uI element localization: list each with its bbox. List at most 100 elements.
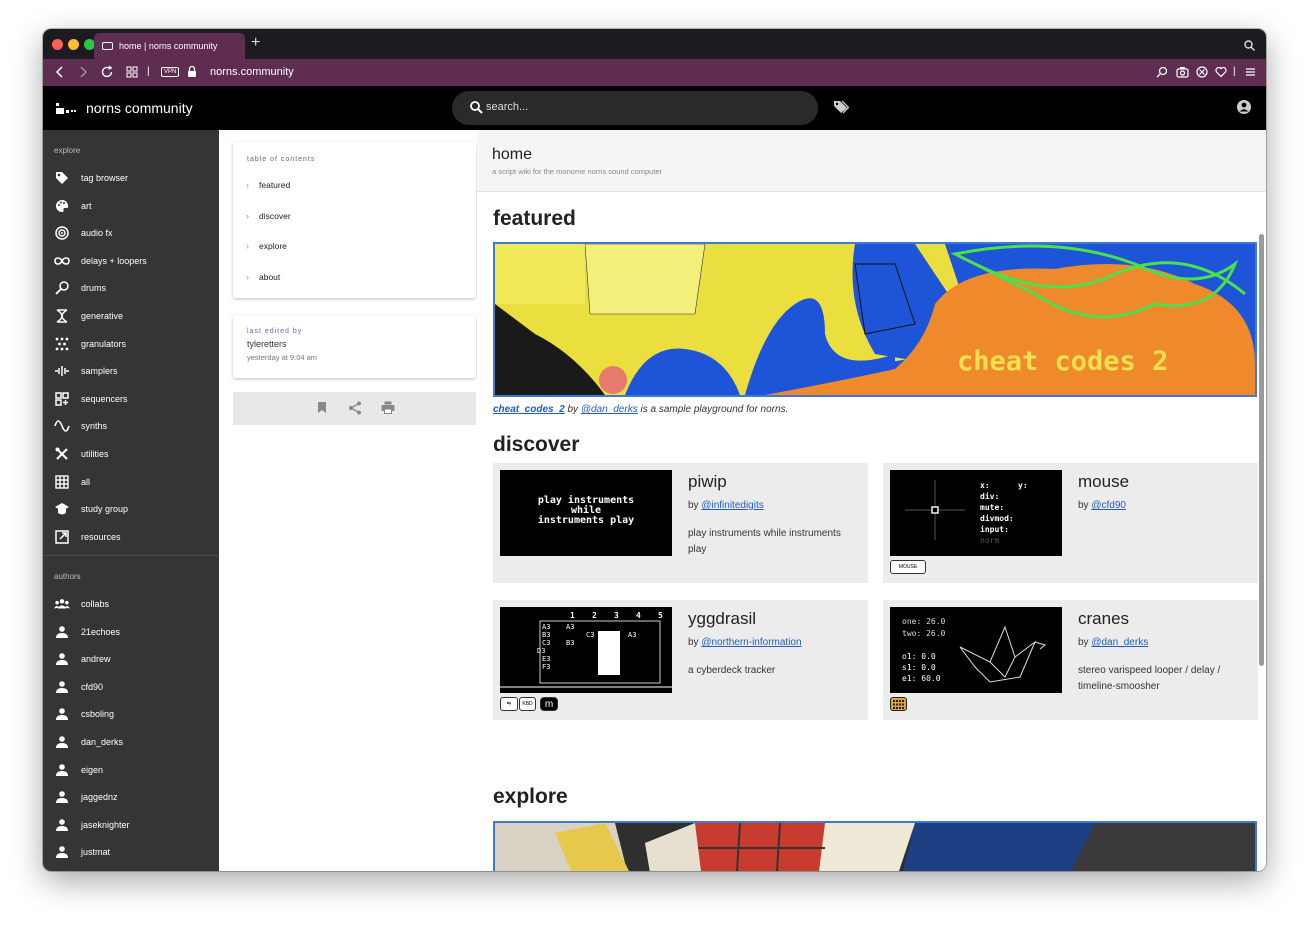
sidebar-item-label: all [81,476,91,487]
sidebar-item-label: sequencers [81,393,128,404]
script-thumbnail[interactable]: x: y: div: mute: divmod: input: norm [890,470,1062,556]
browser-tab[interactable]: home | norns community [94,33,245,59]
sidebar-author-justmat[interactable]: justmat [54,842,110,862]
card-title[interactable]: piwip [688,472,727,492]
card-title[interactable]: cranes [1078,609,1129,629]
norns-logo-icon[interactable] [56,102,76,120]
site-title[interactable]: norns community [86,100,193,116]
sidebar-author-eigen[interactable]: eigen [54,760,103,780]
toc-item-featured[interactable]: › featured [246,180,290,190]
sequencer-icon [54,391,70,407]
svg-text:C3: C3 [586,631,594,639]
tags-icon[interactable] [833,100,850,119]
script-card-yggdrasil[interactable]: 1 2 3 4 5 A3 A3 B3 C3 A3 C3 B3 D3 E3 F3 … [493,600,868,720]
usb-icon: ⇆ [500,697,518,711]
sidebar-item-synths[interactable]: synths [54,416,107,436]
page-scrollbar[interactable] [1259,234,1264,666]
sidebar-item-generative[interactable]: generative [54,306,123,326]
sidebar-item-resources[interactable]: resources [54,527,121,547]
last-edited-user[interactable]: tyleretters [247,339,287,349]
address-bar: | VPN norns.community | [43,59,1266,86]
explore-banner-image[interactable] [493,821,1257,871]
sidebar-item-samplers[interactable]: samplers [54,361,118,381]
print-icon[interactable] [381,401,395,419]
url-text[interactable]: norns.community [210,66,294,78]
person-icon [54,624,70,640]
sidebar-author-andrew[interactable]: andrew [54,649,111,669]
bookmark-icon[interactable] [317,401,327,419]
svg-text:one: 26.0: one: 26.0 [902,617,946,626]
heart-icon[interactable] [1215,65,1227,83]
close-window-button[interactable] [52,39,63,50]
script-card-mouse[interactable]: x: y: div: mute: divmod: input: norm MOU… [883,463,1258,583]
account-icon[interactable] [1237,100,1251,119]
card-byline: by @dan_derks [1078,637,1149,648]
adblock-icon[interactable] [1196,65,1208,83]
svg-text:x:: x: [980,481,990,490]
sidebar-author-jaseknighter[interactable]: jaseknighter [54,815,130,835]
script-thumbnail[interactable]: play instruments while instruments play [500,470,672,556]
sidebar-item-tag-browser[interactable]: tag browser [54,168,128,188]
svg-text:2: 2 [592,611,597,620]
toc-item-discover[interactable]: › discover [246,211,291,221]
tab-search-icon[interactable] [1244,38,1255,56]
share-icon[interactable] [348,401,362,420]
snapshot-icon[interactable] [1176,65,1189,83]
card-byline: by @infinitedigits [688,500,764,511]
sine-wave-icon [54,418,70,434]
script-card-cranes[interactable]: one: 26.0 two: 26.0 o1: 0.0 s1: 0.0 e1: … [883,600,1258,720]
sidebar-item-sequencers[interactable]: sequencers [54,389,128,409]
new-tab-button[interactable]: + [251,35,260,51]
reload-icon[interactable] [101,65,114,84]
section-heading-explore: explore [493,785,568,808]
sidebar-item-art[interactable]: art [54,196,92,216]
card-author-link[interactable]: @dan_derks [1091,637,1148,648]
sidebar-author-dan-derks[interactable]: dan_derks [54,732,123,752]
sidebar-item-granulators[interactable]: granulators [54,334,126,354]
speed-dial-icon[interactable] [126,65,138,83]
sidebar-author-jaggednz[interactable]: jaggednz [54,787,118,807]
sidebar-item-label: dan_derks [81,737,124,747]
featured-script-link[interactable]: cheat_codes_2 [493,404,565,415]
sidebar-author-21echoes[interactable]: 21echoes [54,622,120,642]
featured-banner-image[interactable]: cheat codes 2 [493,242,1257,397]
card-author-link[interactable]: @infinitedigits [701,500,763,511]
card-author-link[interactable]: @cfd90 [1091,500,1126,511]
featured-author-link[interactable]: @dan_derks [581,404,638,415]
search-input[interactable] [486,101,786,113]
toc-item-explore[interactable]: › explore [246,241,287,251]
sidebar-item-delays-loopers[interactable]: delays + loopers [54,251,147,271]
sidebar-item-audio-fx[interactable]: audio fx [54,223,113,243]
sidebar-item-all[interactable]: all [54,472,90,492]
sidebar-item-drums[interactable]: drums [54,278,106,298]
menu-icon[interactable] [1245,65,1256,83]
sidebar-author-csboling[interactable]: csboling [54,704,114,724]
forward-icon[interactable] [78,65,88,84]
script-thumbnail[interactable]: 1 2 3 4 5 A3 A3 B3 C3 A3 C3 B3 D3 E3 F3 [500,607,672,693]
minimize-window-button[interactable] [68,39,79,50]
lock-icon[interactable] [187,65,197,83]
main-content: home a script wiki for the monome norns … [477,130,1266,871]
svg-text:3: 3 [614,611,619,620]
page-header: home a script wiki for the monome norns … [477,130,1266,192]
back-icon[interactable] [55,65,65,84]
toc-item-about[interactable]: › about [246,272,280,282]
chevron-right-icon: › [246,241,249,251]
find-icon[interactable] [1156,65,1168,83]
sidebar-author-collabs[interactable]: collabs [54,594,109,614]
sidebar-item-study-group[interactable]: study group [54,499,128,519]
sidebar-author-cfd90[interactable]: cfd90 [54,677,103,697]
script-card-piwip[interactable]: play instruments while instruments play … [493,463,868,583]
sidebar-divider [43,555,219,556]
card-author-link[interactable]: @northern-information [701,637,801,648]
script-thumbnail[interactable]: one: 26.0 two: 26.0 o1: 0.0 s1: 0.0 e1: … [890,607,1062,693]
svg-text:two: 26.0: two: 26.0 [902,629,946,638]
sidebar-item-utilities[interactable]: utilities [54,444,109,464]
card-title[interactable]: mouse [1078,472,1129,492]
card-title[interactable]: yggdrasil [688,609,756,629]
svg-text:divmod:: divmod: [980,513,1014,523]
sidebar-item-label: audio fx [81,228,113,239]
sidebar: explore tag browser art audio fx delays + l… [43,130,219,871]
search-box[interactable] [452,91,818,125]
vpn-badge[interactable]: VPN [161,67,180,77]
